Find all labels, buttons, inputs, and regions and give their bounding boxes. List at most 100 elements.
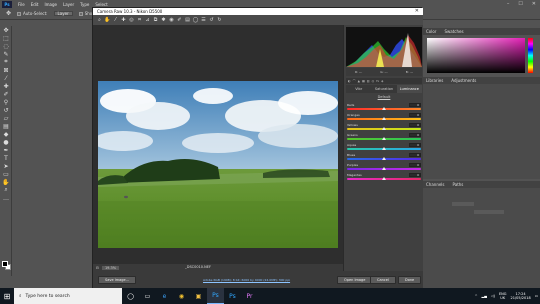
network-icon[interactable]: ▂▄ <box>482 294 487 298</box>
slider-value-field[interactable]: 0 <box>409 113 421 117</box>
color-field[interactable] <box>427 38 525 73</box>
zoom-tool-icon[interactable]: ⌕ <box>0 186 12 194</box>
slider-value-field[interactable]: 0 <box>409 163 421 167</box>
move-tool-icon[interactable]: ✥ <box>0 26 12 34</box>
slider-value-field[interactable]: 0 <box>409 173 421 177</box>
chrome-icon[interactable]: ◉ <box>173 288 190 304</box>
more-tools-icon[interactable]: … <box>0 194 12 202</box>
show-transform-checkbox[interactable] <box>78 11 83 16</box>
photoshop-app-icon-2[interactable]: Ps <box>224 288 241 304</box>
radial-filter-icon[interactable]: ◯ <box>193 17 199 23</box>
dodge-tool-icon[interactable]: ● <box>0 138 12 146</box>
slider-thumb[interactable] <box>382 127 386 130</box>
tab-color[interactable]: Color <box>426 29 436 34</box>
clock[interactable]: 17:24 21/05/2018 <box>511 292 531 300</box>
file-explorer-icon[interactable]: ▣ <box>190 288 207 304</box>
edge-icon[interactable]: e <box>156 288 173 304</box>
menu-edit[interactable]: Edit <box>31 2 39 7</box>
path-select-icon[interactable]: ➤ <box>0 162 12 170</box>
slider-value-field[interactable]: 0 <box>409 143 421 147</box>
red-eye-icon[interactable]: ◉ <box>169 17 174 23</box>
tab-swatches[interactable]: Swatches <box>444 29 463 34</box>
start-button[interactable]: ⊞ <box>0 288 14 304</box>
slider-thumb[interactable] <box>382 177 386 180</box>
done-button[interactable]: Done <box>398 276 422 284</box>
rotate-left-icon[interactable]: ↺ <box>209 17 214 23</box>
menu-layer[interactable]: Layer <box>63 2 74 7</box>
tab-libraries[interactable]: Libraries <box>426 78 443 83</box>
quick-select-tool-icon[interactable]: ✎ <box>0 50 12 58</box>
workflow-options-link[interactable]: Adobe RGB (1998); 8 bit; 6000 by 4000 (2… <box>203 278 290 282</box>
preview-area[interactable] <box>93 25 343 269</box>
marquee-tool-icon[interactable]: ⬚ <box>0 34 12 42</box>
task-view-icon[interactable]: ▭ <box>139 288 156 304</box>
cortana-icon[interactable]: ◯ <box>122 288 139 304</box>
cancel-button[interactable]: Cancel <box>370 276 396 284</box>
adjustment-brush-icon[interactable]: ✐ <box>177 17 182 23</box>
tab-effects[interactable]: fx <box>376 79 379 83</box>
tab-channels[interactable]: Channels <box>426 182 445 187</box>
foreground-color-swatch[interactable] <box>2 261 8 267</box>
hand-tool-icon[interactable]: ✋ <box>0 178 12 186</box>
crop-icon[interactable]: ⌗ <box>137 17 142 23</box>
healing-brush-icon[interactable]: ✚ <box>0 82 12 90</box>
zoom-out-button[interactable]: ⊟ <box>96 266 99 270</box>
channel-row[interactable] <box>474 210 504 214</box>
spot-removal-icon[interactable]: ✱ <box>161 17 166 23</box>
slider-thumb[interactable] <box>382 157 386 160</box>
auto-select-option[interactable]: Auto-Select: <box>17 11 48 16</box>
photoshop-app-icon[interactable]: Ps <box>207 288 224 304</box>
hue-slider[interactable] <box>528 38 533 73</box>
menu-image[interactable]: Image <box>44 2 57 7</box>
zoom-level[interactable]: 19.3% <box>101 265 120 270</box>
slider-thumb[interactable] <box>382 117 386 120</box>
tray-chevron-icon[interactable]: ^ <box>475 294 478 298</box>
eyedropper-tool-icon[interactable]: ⁄ <box>0 74 12 82</box>
menu-type[interactable]: Type <box>80 2 89 7</box>
maximize-button[interactable]: ☐ <box>518 1 522 7</box>
minimize-button[interactable]: – <box>507 1 510 7</box>
tab-hsl[interactable]: ▦ <box>362 79 365 83</box>
tab-hue[interactable]: Vibr <box>346 85 372 93</box>
tab-basic[interactable]: ◐ <box>348 79 351 83</box>
frame-tool-icon[interactable]: ⊠ <box>0 66 12 74</box>
menu-select[interactable]: Select <box>95 2 107 7</box>
targeted-adjust-icon[interactable]: ◎ <box>129 17 134 23</box>
channel-row[interactable] <box>452 202 474 206</box>
clone-stamp-icon[interactable]: ⚲ <box>0 98 12 106</box>
crop-tool-icon[interactable]: ⌗ <box>0 58 12 66</box>
slider-value-field[interactable]: 0 <box>409 123 421 127</box>
tab-tone-curve[interactable]: ⌒ <box>353 79 356 83</box>
slider-thumb[interactable] <box>382 167 386 170</box>
slider-value-field[interactable]: 0 <box>409 133 421 137</box>
notifications-icon[interactable]: ▭ <box>535 294 538 298</box>
history-brush-icon[interactable]: ↺ <box>0 106 12 114</box>
type-tool-icon[interactable]: T <box>0 154 12 162</box>
close-icon[interactable]: ✕ <box>415 8 419 14</box>
slider-thumb[interactable] <box>382 147 386 150</box>
auto-select-checkbox[interactable] <box>17 11 22 16</box>
lasso-tool-icon[interactable]: ◌ <box>0 42 12 50</box>
slider-value-field[interactable]: 0 <box>409 103 421 107</box>
graduated-filter-icon[interactable]: ▤ <box>185 17 190 23</box>
language-indicator[interactable]: ENG UK <box>499 292 507 300</box>
slider-thumb[interactable] <box>382 107 386 110</box>
default-link[interactable]: Default <box>346 95 422 99</box>
blur-tool-icon[interactable]: ◆ <box>0 130 12 138</box>
premiere-app-icon[interactable]: Pr <box>241 288 258 304</box>
auto-select-dropdown[interactable]: Layer <box>53 11 73 16</box>
tab-calibration[interactable]: ◈ <box>381 79 383 83</box>
tab-saturation[interactable]: Saturation <box>371 85 397 93</box>
tab-paths[interactable]: Paths <box>453 182 464 187</box>
tab-lens[interactable]: ◎ <box>372 79 375 83</box>
slider-thumb[interactable] <box>382 137 386 140</box>
brush-tool-icon[interactable]: ✐ <box>0 90 12 98</box>
close-button[interactable]: ✕ <box>532 1 536 7</box>
straighten-icon[interactable]: ⊿ <box>145 17 150 23</box>
open-image-button[interactable]: Open Image <box>337 276 373 284</box>
rotate-right-icon[interactable]: ↻ <box>217 17 222 23</box>
color-sampler-icon[interactable]: ✚ <box>121 17 126 23</box>
hand-icon[interactable]: ✋ <box>104 17 110 23</box>
eraser-tool-icon[interactable]: ▱ <box>0 114 12 122</box>
tab-adjustments[interactable]: Adjustments <box>451 78 476 83</box>
